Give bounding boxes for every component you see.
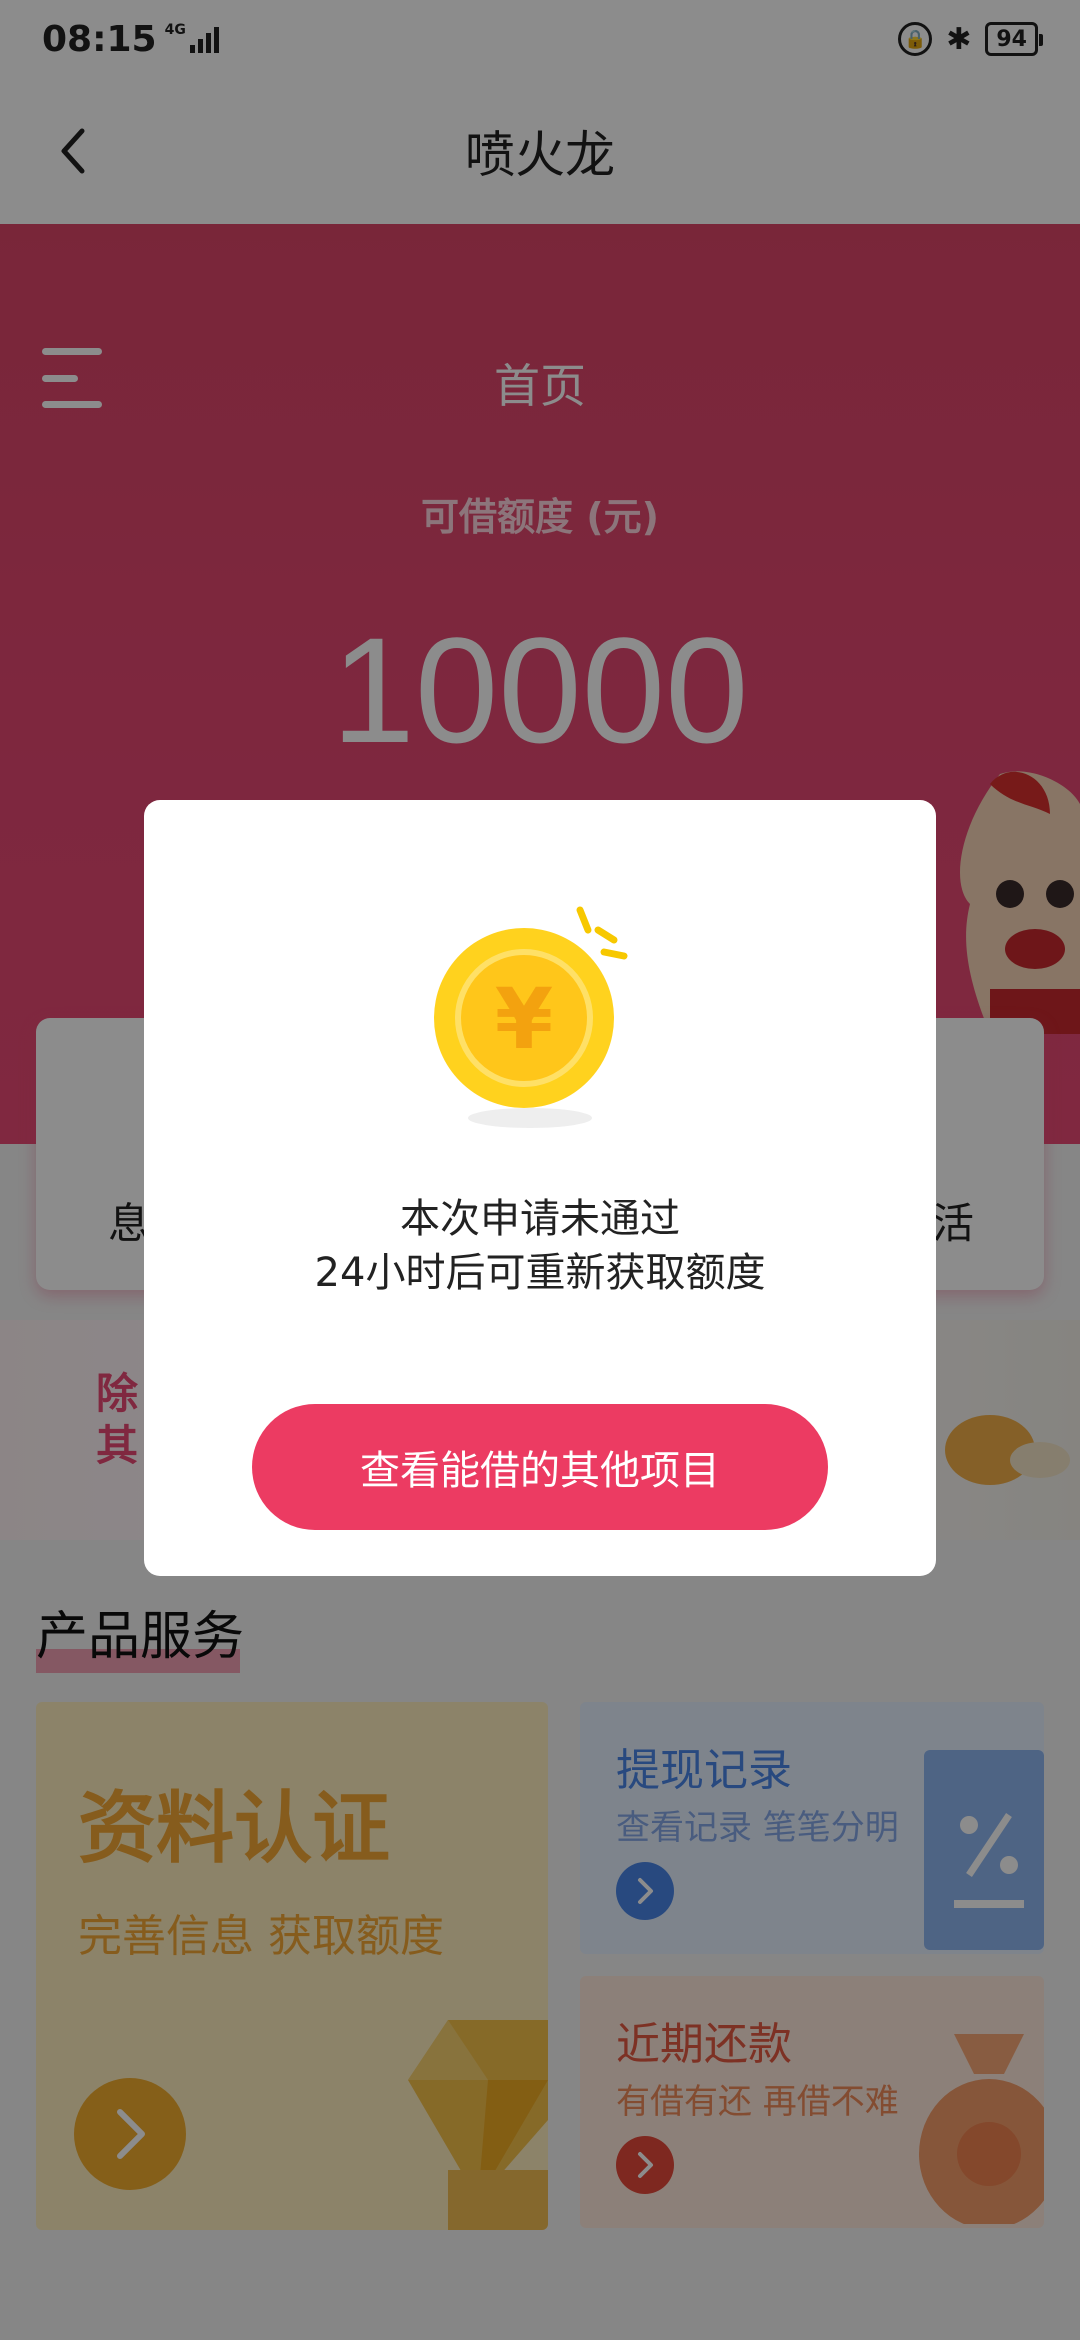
yen-coin-icon: ¥	[434, 906, 628, 1128]
svg-text:¥: ¥	[495, 970, 553, 1068]
view-other-projects-button[interactable]: 查看能借的其他项目	[252, 1404, 828, 1530]
dialog-message-line-1: 本次申请未通过	[400, 1196, 680, 1242]
dialog-message-line-2: 24小时后可重新获取额度	[314, 1250, 766, 1296]
application-result-dialog: ¥ 本次申请未通过 24小时后可重新获取额度 查看能借的其他项目	[144, 800, 936, 1576]
